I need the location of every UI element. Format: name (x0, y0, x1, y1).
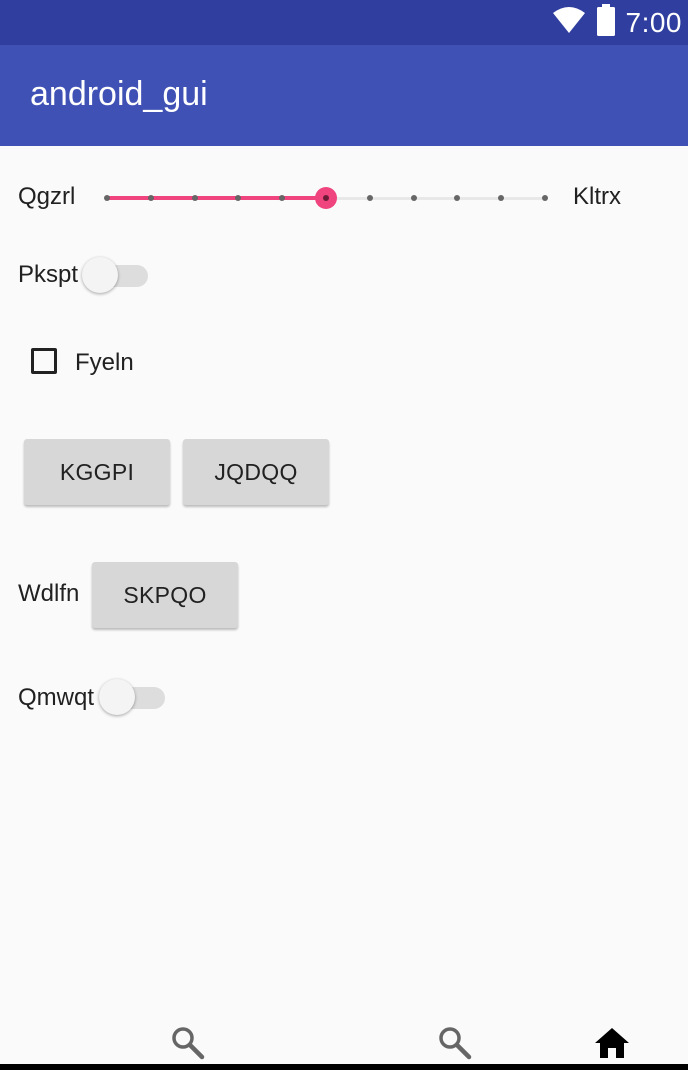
seekbar-tick (279, 195, 286, 201)
seekbar-tick (147, 195, 154, 201)
switch-qmwqt[interactable] (99, 677, 169, 717)
jqdqq-button[interactable]: JQDQQ (183, 439, 329, 505)
search-icon[interactable] (437, 1025, 473, 1066)
status-bar: 7:00 (0, 0, 688, 45)
seekbar-tick (104, 195, 110, 201)
app-bar: android_gui (0, 45, 688, 146)
home-icon[interactable] (594, 1027, 630, 1064)
seekbar-tick (542, 195, 548, 201)
wifi-icon (552, 6, 586, 39)
seekbar-tick (498, 195, 505, 201)
switch-thumb (99, 679, 135, 715)
kggpi-button[interactable]: KGGPI (24, 439, 170, 505)
app-title: android_gui (30, 75, 208, 113)
checkbox-fyeln[interactable] (31, 348, 57, 374)
switch-pkspt-label: Pkspt (18, 261, 79, 288)
status-icons: 7:00 (552, 0, 683, 45)
bottom-navigation (0, 1015, 688, 1070)
seekbar-tick (410, 195, 417, 201)
seekbar-progress (107, 196, 326, 200)
status-time: 7:00 (625, 6, 682, 38)
switch-pkspt[interactable] (82, 255, 152, 295)
checkbox-fyeln-label[interactable]: Fyeln (75, 349, 134, 377)
seekbar-tick (191, 195, 198, 201)
battery-icon (596, 4, 616, 41)
wdlfn-label: Wdlfn (18, 580, 80, 607)
seekbar-tick (235, 195, 242, 201)
skpqo-button[interactable]: SKPQO (92, 562, 238, 628)
seekbar-tick (366, 195, 373, 201)
search-icon[interactable] (170, 1025, 206, 1066)
seekbar-right-label: Kltrx (573, 183, 621, 210)
seekbar[interactable] (104, 182, 548, 214)
seekbar-thumb-dot (323, 195, 329, 201)
switch-qmwqt-label: Qmwqt (18, 684, 95, 711)
seekbar-left-label: Qgzrl (18, 183, 76, 210)
bottom-edge (0, 1064, 688, 1070)
seekbar-thumb[interactable] (315, 187, 337, 209)
switch-thumb (82, 257, 118, 293)
seekbar-tick (454, 195, 461, 201)
